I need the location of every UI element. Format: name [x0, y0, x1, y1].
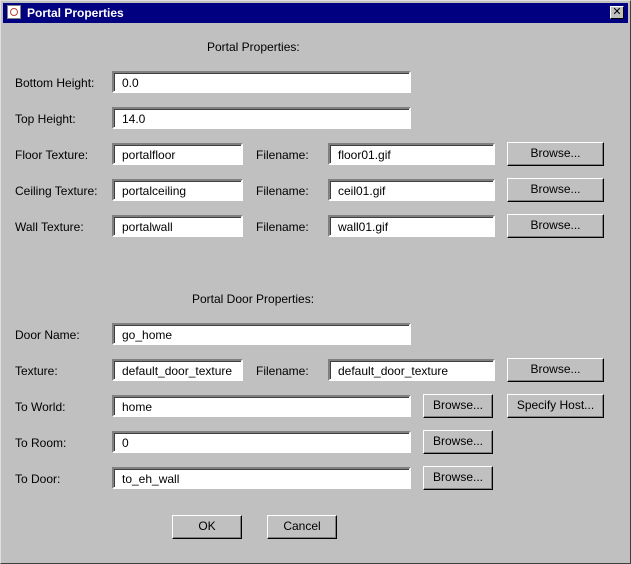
floor-texture-field[interactable]: portalfloor — [112, 143, 243, 165]
to-door-field[interactable]: to_eh_wall — [112, 467, 411, 489]
ceiling-filename-field[interactable]: ceil01.gif — [328, 179, 495, 201]
ceiling-filename-label: Filename: — [256, 184, 309, 198]
ok-button[interactable]: OK — [172, 515, 242, 539]
to-door-label: To Door: — [15, 472, 61, 486]
cancel-button[interactable]: Cancel — [267, 515, 337, 539]
close-icon[interactable]: ✕ — [610, 6, 624, 19]
to-world-browse-button[interactable]: Browse... — [423, 394, 493, 418]
top-height-label: Top Height: — [15, 112, 76, 126]
ceiling-texture-field[interactable]: portalceiling — [112, 179, 243, 201]
to-world-label: To World: — [15, 400, 66, 414]
floor-filename-field[interactable]: floor01.gif — [328, 143, 495, 165]
to-room-browse-button[interactable]: Browse... — [423, 430, 493, 454]
floor-browse-button[interactable]: Browse... — [507, 142, 604, 166]
door-filename-field[interactable]: default_door_texture — [328, 359, 495, 381]
wall-filename-label: Filename: — [256, 220, 309, 234]
wall-texture-label: Wall Texture: — [15, 220, 84, 234]
to-room-field[interactable]: 0 — [112, 431, 411, 453]
floor-filename-label: Filename: — [256, 148, 309, 162]
wall-browse-button[interactable]: Browse... — [507, 214, 604, 238]
bottom-height-label: Bottom Height: — [15, 76, 95, 90]
door-name-label: Door Name: — [15, 328, 80, 342]
ceiling-browse-button[interactable]: Browse... — [507, 178, 604, 202]
ceiling-texture-label: Ceiling Texture: — [15, 184, 98, 198]
window-title: Portal Properties — [27, 6, 124, 20]
portal-properties-heading: Portal Properties: — [207, 40, 300, 54]
wall-filename-field[interactable]: wall01.gif — [328, 215, 495, 237]
to-door-browse-button[interactable]: Browse... — [423, 466, 493, 490]
specify-host-button[interactable]: Specify Host... — [507, 394, 604, 418]
door-texture-field[interactable]: default_door_texture — [112, 359, 243, 381]
to-world-field[interactable]: home — [112, 395, 411, 417]
door-texture-label: Texture: — [15, 364, 58, 378]
wall-texture-field[interactable]: portalwall — [112, 215, 243, 237]
door-filename-label: Filename: — [256, 364, 309, 378]
to-room-label: To Room: — [15, 436, 67, 450]
floor-texture-label: Floor Texture: — [15, 148, 89, 162]
top-height-field[interactable]: 14.0 — [112, 107, 411, 129]
portal-door-properties-heading: Portal Door Properties: — [192, 292, 315, 306]
bottom-height-field[interactable]: 0.0 — [112, 71, 411, 93]
door-name-field[interactable]: go_home — [112, 323, 411, 345]
door-texture-browse-button[interactable]: Browse... — [507, 358, 604, 382]
app-icon — [7, 5, 21, 19]
portal-properties-window: Portal Properties ✕ Portal Properties: B… — [0, 0, 631, 564]
title-bar[interactable]: Portal Properties ✕ — [3, 3, 628, 23]
